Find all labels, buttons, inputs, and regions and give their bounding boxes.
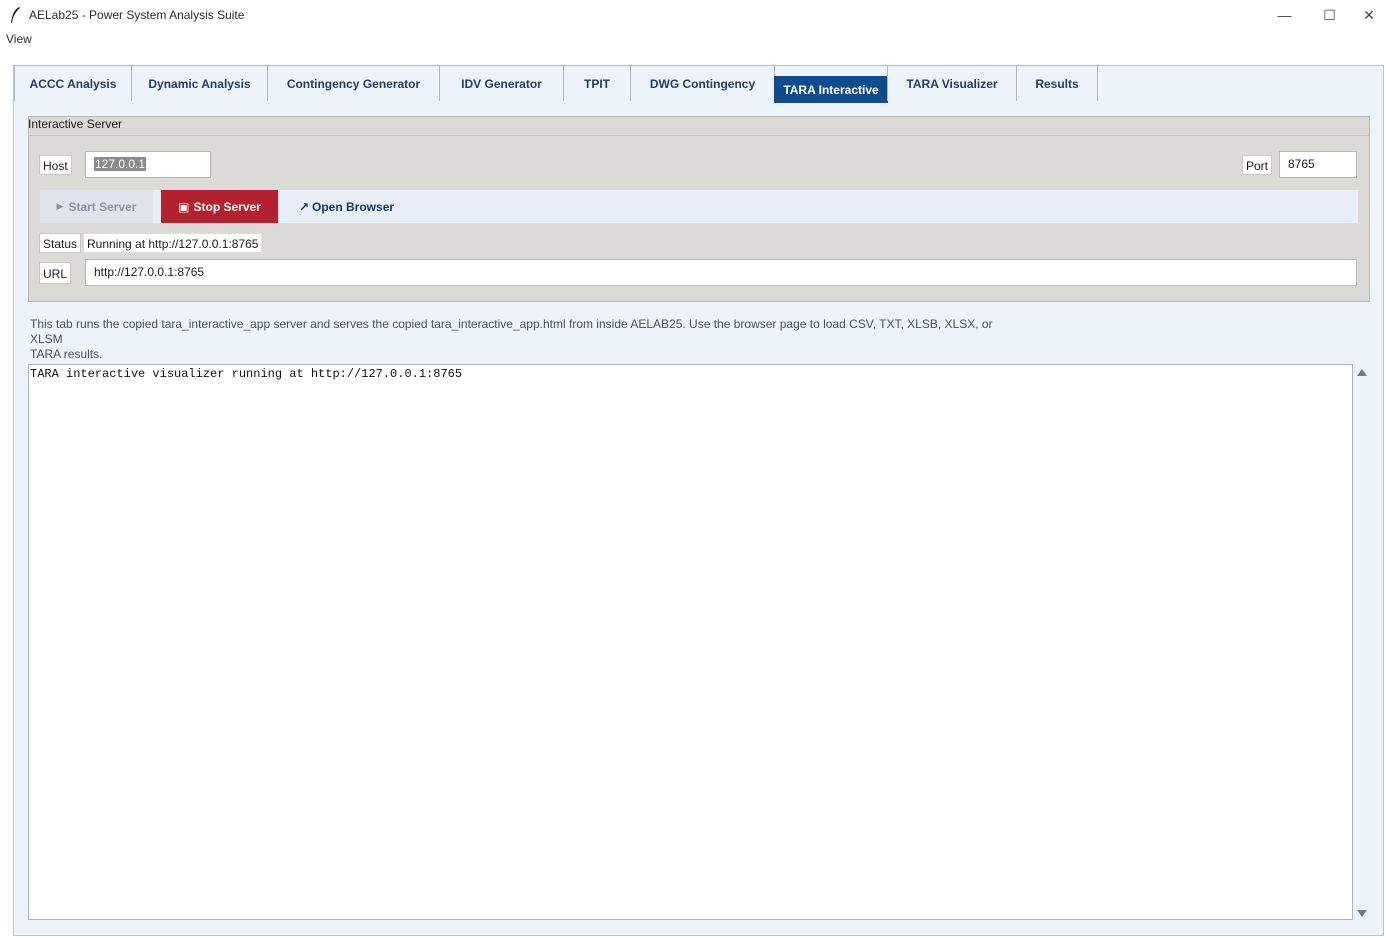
stop-server-button[interactable]: ▣ Stop Server [161, 190, 278, 223]
port-input[interactable]: 8765 [1279, 151, 1357, 178]
log-scrollbar[interactable] [1353, 364, 1370, 920]
tab-idv-generator[interactable]: IDV Generator [439, 65, 564, 101]
description-line-2: TARA results. [30, 347, 103, 361]
tab-tpit[interactable]: TPIT [563, 65, 631, 101]
description-line-1: This tab runs the copied tara_interactiv… [30, 317, 993, 346]
tab-accc-analysis[interactable]: ACCC Analysis [14, 65, 132, 101]
tab-contingency-generator[interactable]: Contingency Generator [267, 65, 440, 101]
host-value: 127.0.0.1 [94, 157, 147, 171]
scroll-down-icon[interactable] [1357, 910, 1367, 917]
start-server-label: Start Server [68, 199, 137, 214]
port-label: Port [1242, 155, 1273, 175]
group-divider [28, 135, 1370, 136]
feather-icon [11, 7, 20, 23]
scroll-up-icon[interactable] [1357, 369, 1367, 376]
open-browser-button[interactable]: ↗ Open Browser [286, 190, 407, 223]
tab-tara-interactive[interactable]: TARA Interactive [774, 76, 888, 103]
status-value: Running at http://127.0.0.1:8765 [83, 233, 263, 253]
external-link-icon: ↗ [298, 199, 310, 214]
tab-description: This tab runs the copied tara_interactiv… [30, 317, 1010, 362]
menu-bar: View [0, 30, 1386, 48]
url-field[interactable]: http://127.0.0.1:8765 [85, 259, 1357, 286]
log-text: TARA interactive visualizer running at h… [30, 367, 463, 381]
group-title: Interactive Server [28, 117, 123, 131]
tab-strip: ACCC Analysis Dynamic Analysis Contingen… [14, 65, 1098, 103]
tab-dwg-contingency[interactable]: DWG Contingency [630, 65, 775, 101]
host-input[interactable]: 127.0.0.1 [85, 151, 211, 178]
stop-icon: ▣ [178, 199, 190, 214]
tab-tara-visualizer[interactable]: TARA Visualizer [887, 65, 1017, 101]
close-button[interactable]: ✕ [1352, 0, 1386, 30]
open-browser-label: Open Browser [312, 199, 395, 214]
tab-results[interactable]: Results [1016, 65, 1098, 101]
tab-dynamic-analysis[interactable]: Dynamic Analysis [131, 65, 268, 101]
title-bar: AELab25 - Power System Analysis Suite — … [0, 0, 1386, 30]
stop-server-label: Stop Server [193, 199, 261, 214]
window-title: AELab25 - Power System Analysis Suite [29, 8, 245, 22]
url-label: URL [39, 262, 72, 284]
minimize-button[interactable]: — [1262, 0, 1307, 30]
play-icon: ▶ [56, 201, 64, 211]
menu-view[interactable]: View [6, 32, 32, 46]
maximize-button[interactable]: ☐ [1307, 0, 1352, 30]
status-label: Status [39, 233, 82, 253]
log-output[interactable] [28, 364, 1353, 920]
start-server-button[interactable]: ▶ Start Server [40, 190, 153, 223]
host-label: Host [39, 155, 72, 175]
